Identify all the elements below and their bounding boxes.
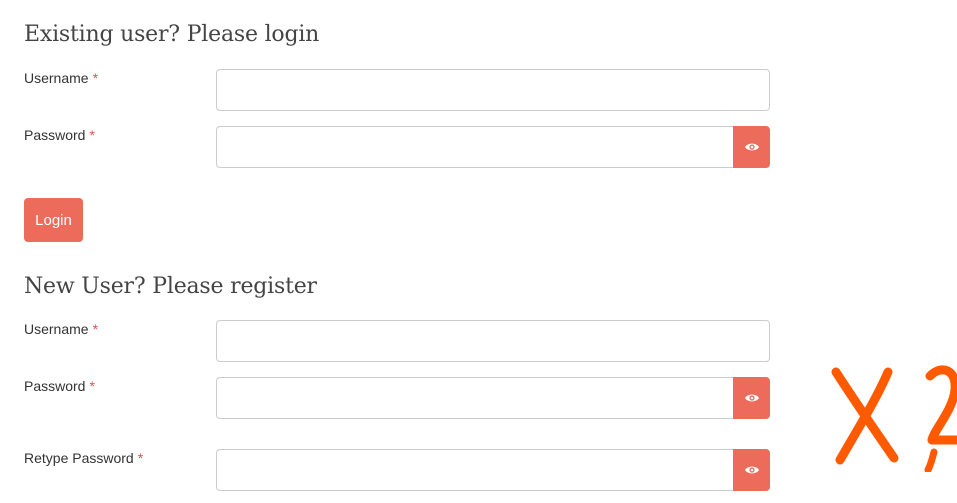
required-marker: * (92, 321, 99, 337)
login-username-input[interactable] (216, 69, 770, 111)
register-username-label-text: Username (24, 321, 89, 337)
required-marker: * (92, 70, 99, 86)
eye-icon (744, 394, 759, 402)
login-password-input[interactable] (216, 126, 733, 168)
register-password-toggle-button[interactable] (733, 377, 770, 419)
required-marker: * (89, 127, 95, 143)
register-retype-password-group (216, 449, 770, 491)
login-username-label: Username * (24, 70, 98, 86)
handwritten-x2-annotation (831, 365, 957, 472)
register-retype-password-toggle-button[interactable] (733, 449, 770, 491)
login-button[interactable]: Login (24, 198, 83, 242)
register-password-label: Password * (24, 378, 95, 394)
register-username-input[interactable] (216, 320, 770, 362)
register-heading: New User? Please register (24, 274, 317, 299)
register-retype-password-input[interactable] (216, 449, 733, 491)
login-password-group (216, 126, 770, 168)
login-heading: Existing user? Please login (24, 22, 320, 47)
register-password-label-text: Password (24, 378, 86, 394)
register-password-input[interactable] (216, 377, 733, 419)
register-retype-password-label-text: Retype Password (24, 450, 134, 466)
eye-icon (744, 143, 759, 151)
login-password-toggle-button[interactable] (733, 126, 770, 168)
register-retype-password-label: Retype Password * (24, 450, 143, 466)
login-username-label-text: Username (24, 70, 89, 86)
register-password-group (216, 377, 770, 419)
required-marker: * (89, 378, 95, 394)
register-username-label: Username * (24, 321, 98, 337)
eye-icon (744, 466, 759, 474)
required-marker: * (137, 450, 144, 466)
login-password-label: Password * (24, 127, 95, 143)
login-password-label-text: Password (24, 127, 86, 143)
